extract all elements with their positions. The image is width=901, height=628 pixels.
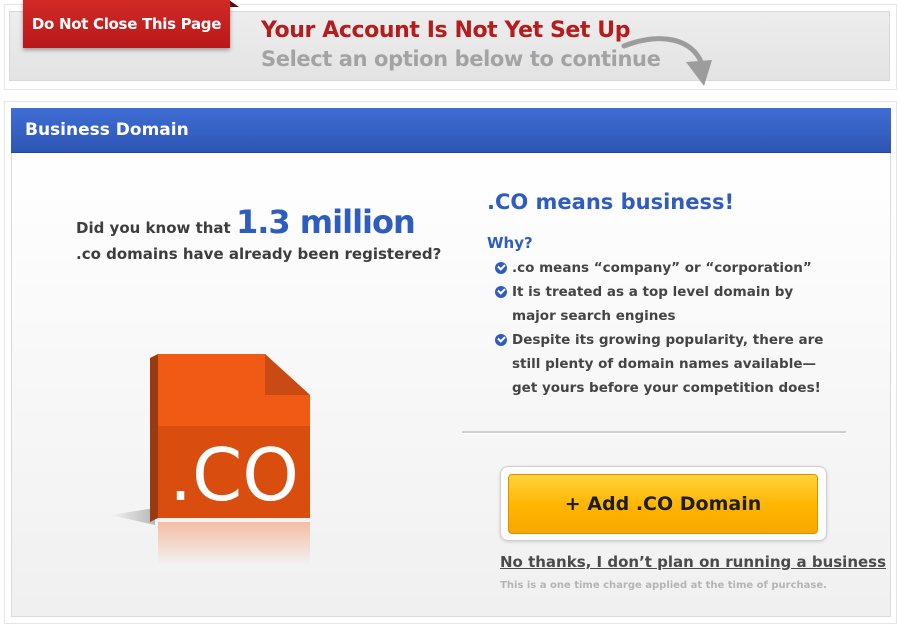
panel-header-title: Business Domain [25, 120, 189, 140]
benefit-text: Despite its growing popularity, there ar… [512, 332, 824, 396]
benefit-item: Despite its growing popularity, there ar… [495, 328, 840, 400]
stat-value: 1.3 million [235, 203, 416, 241]
ribbon-fold [229, 0, 239, 7]
benefit-text: It is treated as a top level domain by m… [512, 284, 794, 324]
check-icon [495, 262, 507, 274]
benefit-item: It is treated as a top level domain by m… [495, 280, 840, 328]
decline-link[interactable]: No thanks, I don’t plan on running a bus… [500, 553, 886, 571]
stat-caption: .co domains have already been registered… [76, 245, 442, 263]
check-icon [495, 286, 507, 298]
logo-text: .CO [169, 433, 299, 517]
co-domain-logo: .CO [110, 354, 310, 565]
page-title: Your Account Is Not Yet Set Up [261, 18, 631, 43]
stat-prefix: Did you know that [76, 219, 236, 237]
fine-print: This is a one time charge applied at the… [500, 580, 827, 591]
ribbon-label: Do Not Close This Page [31, 15, 222, 33]
curved-arrow-icon [621, 36, 712, 86]
benefit-item: .co means “company” or “corporation” [495, 256, 840, 280]
panel-header: Business Domain [11, 108, 891, 153]
page-subtitle: Select an option below to continue [261, 47, 661, 71]
check-icon [495, 334, 507, 346]
why-heading: Why? [487, 234, 533, 252]
stat-line: Did you know that 1.3 million [76, 203, 416, 241]
divider [462, 431, 846, 434]
benefit-text: .co means “company” or “corporation” [512, 260, 812, 276]
do-not-close-ribbon: Do Not Close This Page [23, 0, 230, 48]
add-button-label: + Add .CO Domain [564, 493, 762, 515]
benefit-list: .co means “company” or “corporation” It … [495, 256, 840, 400]
add-co-domain-button[interactable]: + Add .CO Domain [508, 474, 818, 534]
co-headline: .CO means business! [487, 190, 735, 214]
